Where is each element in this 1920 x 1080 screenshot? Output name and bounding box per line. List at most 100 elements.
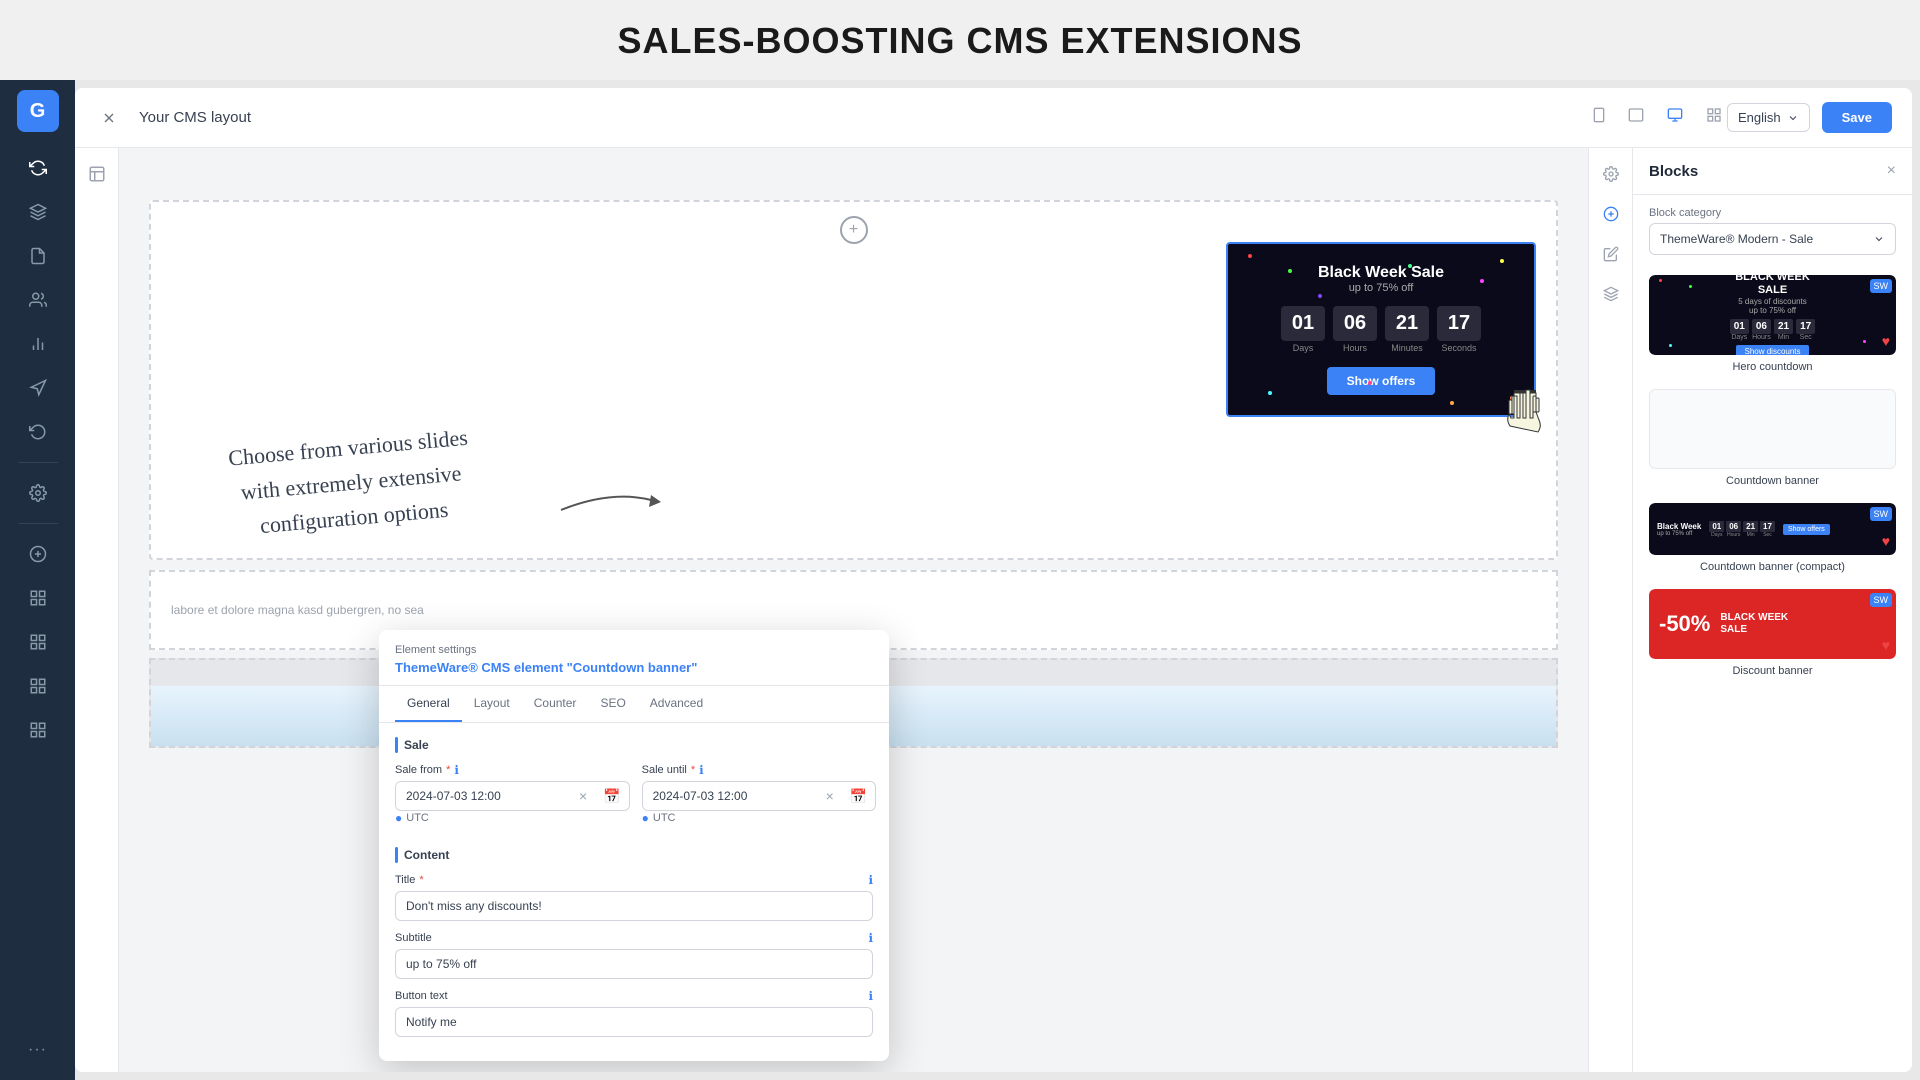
blocks-panel: Blocks × Block category ThemeWare® Moder… — [1632, 148, 1912, 1072]
block-name-countdown: Countdown banner — [1649, 475, 1896, 487]
tab-layout[interactable]: Layout — [462, 686, 522, 722]
blocks-list: BLACK WEEKSALE 5 days of discountsup to … — [1633, 267, 1912, 1072]
hero-heart-icon[interactable]: ♥ — [1882, 333, 1890, 349]
block-thumb-discount-bg: -50% BLACK WEEKSALE SW ♥ — [1649, 589, 1896, 659]
block-category-select[interactable]: ThemeWare® Modern - Sale — [1649, 223, 1896, 255]
content-section-label-bar — [395, 847, 398, 863]
sidebar-icon-layers[interactable] — [18, 192, 58, 232]
top-bar-right: English Save — [1727, 102, 1892, 133]
add-section-button[interactable]: + — [840, 216, 868, 244]
save-button[interactable]: Save — [1822, 102, 1892, 133]
sidebar-icon-refresh[interactable] — [18, 412, 58, 452]
discount-title: BLACK WEEKSALE — [1720, 612, 1788, 636]
sidebar-divider-2 — [18, 523, 58, 524]
device-mobile-icon[interactable] — [1587, 103, 1611, 132]
sale-from-input[interactable] — [396, 782, 571, 810]
sidebar: G — [0, 80, 75, 1080]
sale-from-input-wrap: × 📅 — [395, 781, 630, 811]
tab-counter[interactable]: Counter — [522, 686, 589, 722]
block-name-compact: Countdown banner (compact) — [1649, 561, 1896, 573]
info-icon-from[interactable]: ℹ — [454, 763, 459, 777]
content-section-label: Content — [404, 848, 449, 862]
clear-until-icon[interactable]: × — [818, 788, 842, 804]
edit-icon[interactable] — [1595, 238, 1627, 270]
button-text-input[interactable] — [395, 1007, 873, 1037]
toolbar-layout-icon[interactable] — [81, 158, 113, 190]
discount-heart-icon[interactable]: ♥ — [1882, 637, 1890, 653]
mini-show-discounts-btn[interactable]: Show discounts — [1736, 345, 1808, 355]
clear-from-icon[interactable]: × — [571, 788, 595, 804]
block-thumb-discount[interactable]: -50% BLACK WEEKSALE SW ♥ — [1649, 589, 1896, 659]
block-thumb-compact[interactable]: Black Week up to 75% off 01 Days — [1649, 503, 1896, 555]
block-thumb-countdown[interactable] — [1649, 389, 1896, 469]
show-offers-button[interactable]: Show offers — [1327, 367, 1436, 395]
mini-timer: 01 Days 06 Hours 21 — [1730, 319, 1816, 341]
block-thumb-hero[interactable]: BLACK WEEKSALE 5 days of discountsup to … — [1649, 275, 1896, 355]
settings-icon[interactable] — [1595, 158, 1627, 190]
content-block: Choose from various slideswith extremely… — [149, 200, 1558, 560]
top-bar: Your CMS layout English — [75, 88, 1912, 148]
info-icon-button[interactable]: ℹ — [868, 989, 873, 1003]
page-main-title: SALES-BOOSTING CMS EXTENSIONS — [0, 0, 1920, 80]
info-icon-subtitle[interactable]: ℹ — [868, 931, 873, 945]
sidebar-icon-pages[interactable] — [18, 236, 58, 276]
blocks-close-button[interactable]: × — [1887, 162, 1896, 180]
sidebar-icon-users[interactable] — [18, 280, 58, 320]
device-tablet-icon[interactable] — [1623, 103, 1649, 132]
banner-title: Black Week Sale — [1248, 264, 1514, 282]
sidebar-icon-grid-2[interactable] — [18, 622, 58, 662]
info-icon-until[interactable]: ℹ — [699, 763, 704, 777]
block-thumb-compact-bg: Black Week up to 75% off 01 Days — [1649, 503, 1896, 555]
compact-inner: Black Week up to 75% off 01 Days — [1649, 515, 1896, 544]
es-element-name: ThemeWare® CMS element "Countdown banner… — [395, 660, 873, 675]
layout-title: Your CMS layout — [139, 109, 1587, 126]
es-tabs: General Layout Counter SEO Advanced — [379, 686, 889, 723]
sidebar-divider — [18, 462, 58, 463]
tab-seo[interactable]: SEO — [588, 686, 637, 722]
countdown-banner-preview: Black Week Sale up to 75% off 01 Days 06… — [1226, 242, 1536, 417]
title-group: Title * ℹ — [395, 873, 873, 921]
button-text-group: Button text ℹ — [395, 989, 873, 1037]
info-icon-title[interactable]: ℹ — [868, 873, 873, 887]
device-grid-icon[interactable] — [1701, 103, 1727, 132]
required-star: * — [446, 764, 450, 776]
hero-badge: SW — [1870, 279, 1893, 293]
banner-subtitle: up to 75% off — [1248, 282, 1514, 294]
sidebar-icon-plus-circle[interactable] — [18, 534, 58, 574]
subtitle-input[interactable] — [395, 949, 873, 979]
title-input[interactable] — [395, 891, 873, 921]
sidebar-icon-settings[interactable] — [18, 473, 58, 513]
sidebar-icon-grid-4[interactable] — [18, 710, 58, 750]
sidebar-icon-chart[interactable] — [18, 324, 58, 364]
add-block-icon[interactable] — [1595, 198, 1627, 230]
timer-seconds: 17 Seconds — [1437, 306, 1481, 353]
button-text-label: Button text ℹ — [395, 989, 873, 1003]
block-thumb-empty-bg — [1649, 389, 1896, 469]
layers-icon[interactable] — [1595, 278, 1627, 310]
handwriting-annotation: Choose from various slideswith extremely… — [227, 420, 475, 546]
sale-from-label: Sale from * ℹ — [395, 763, 630, 777]
canvas-inner: + Choose from various slideswith extreme… — [119, 200, 1588, 1072]
sale-dates-row: Sale from * ℹ × 📅 — [395, 763, 873, 835]
compact-badge: SW — [1870, 507, 1893, 521]
sidebar-logo[interactable]: G — [17, 90, 59, 132]
close-button[interactable] — [95, 104, 123, 132]
sale-from-group: Sale from * ℹ × 📅 — [395, 763, 630, 835]
sidebar-icon-grid-1[interactable] — [18, 578, 58, 618]
sidebar-icon-more[interactable]: ··· — [18, 1030, 58, 1070]
calendar-until-icon[interactable]: 📅 — [842, 788, 875, 805]
title-required-star: * — [419, 874, 423, 886]
compact-heart-icon[interactable]: ♥ — [1882, 533, 1890, 549]
sale-until-input[interactable] — [643, 782, 818, 810]
language-dropdown[interactable]: English — [1727, 103, 1810, 132]
device-desktop-icon[interactable] — [1661, 103, 1689, 132]
calendar-from-icon[interactable]: 📅 — [595, 788, 628, 805]
sidebar-icon-megaphone[interactable] — [18, 368, 58, 408]
tab-general[interactable]: General — [395, 686, 462, 722]
sidebar-icon-grid-3[interactable] — [18, 666, 58, 706]
sidebar-icon-sync[interactable] — [18, 148, 58, 188]
editor-area: + Choose from various slideswith extreme… — [75, 148, 1912, 1072]
tab-advanced[interactable]: Advanced — [638, 686, 715, 722]
compact-show-offers-btn[interactable]: Show offers — [1783, 524, 1830, 535]
sale-until-label: Sale until * ℹ — [642, 763, 877, 777]
